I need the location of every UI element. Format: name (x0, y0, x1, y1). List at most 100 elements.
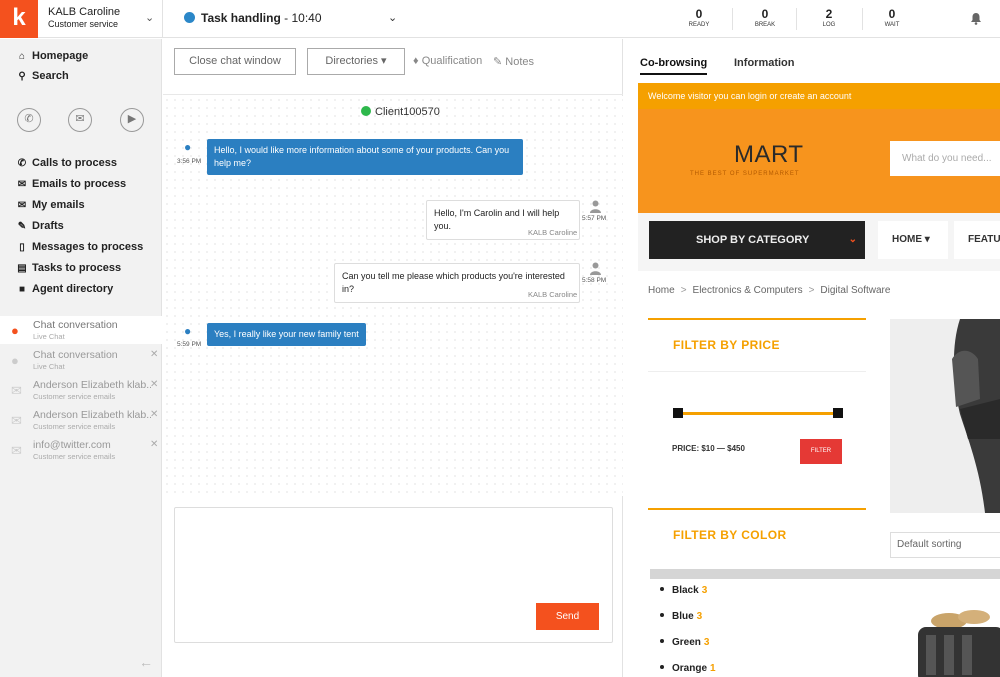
sidebar-item-messages[interactable]: ▯ Messages to process (16, 241, 143, 253)
breadcrumb-electronics[interactable]: Electronics & Computers (693, 285, 803, 296)
task-handling-status[interactable]: Task handling - 10:40 (184, 11, 322, 25)
envelope-icon: ✉ (17, 179, 27, 190)
nav-home[interactable]: HOME ▾ (878, 221, 948, 259)
user-role: Customer service (48, 19, 119, 29)
site-brand[interactable]: MART (734, 141, 804, 169)
welcome-banner[interactable]: Welcome visitor you can login or create … (638, 83, 1000, 109)
conversation-item[interactable]: ● Chat conversation Live Chat ✕ (0, 346, 162, 374)
close-icon[interactable]: ✕ (150, 409, 158, 420)
color-option-black[interactable]: Black 3 (660, 585, 707, 596)
sidebar-item-homepage[interactable]: ⌂ Homepage (16, 50, 88, 62)
conversation-item[interactable]: ✉ Anderson Elizabeth klab... Customer se… (0, 406, 162, 434)
color-name: Orange (672, 663, 708, 674)
notes-link[interactable]: ✎ Notes (493, 55, 534, 68)
color-option-orange[interactable]: Orange 1 (660, 663, 716, 674)
product-photo (890, 319, 1000, 513)
tab-information[interactable]: Information (734, 57, 795, 69)
sidebar-item-my-emails[interactable]: ✉ My emails (16, 199, 85, 211)
qualification-label: Qualification (421, 55, 483, 67)
color-option-green[interactable]: Green 3 (660, 637, 709, 648)
filter-by-color: FILTER BY COLOR (648, 508, 866, 568)
color-name: Black (672, 585, 699, 596)
site-search-input[interactable]: What do you need... (890, 141, 1000, 176)
user-name: KALB Caroline (48, 6, 121, 18)
price-slider-track[interactable] (676, 412, 838, 415)
divider (162, 0, 163, 38)
bell-icon[interactable] (970, 12, 982, 25)
top-bar: k KALB Caroline Customer service ⌄ Task … (0, 0, 1000, 38)
chat-icon: ● (11, 353, 19, 368)
counter-label: WAIT (884, 22, 900, 28)
close-chat-button[interactable]: Close chat window (174, 48, 296, 75)
filter-price-title: FILTER BY PRICE (648, 320, 866, 372)
directories-label: Directories (325, 55, 378, 67)
chevron-down-icon[interactable]: ⌄ (145, 11, 154, 24)
chat-icon: ● (11, 323, 19, 338)
breadcrumb-home[interactable]: Home (648, 285, 675, 296)
sidebar-item-label: Messages to process (32, 241, 144, 253)
directories-dropdown[interactable]: Directories ▾ (307, 48, 405, 75)
toaster-product-image[interactable] (904, 603, 1000, 677)
counter-break[interactable]: 0 BREAK (740, 7, 790, 28)
task-label: Task handling (201, 11, 281, 25)
notes-label: Notes (505, 56, 535, 68)
chat-messages[interactable]: Client100570 ● 3:56 PM Hello, I would li… (163, 96, 623, 496)
status-dot-icon (184, 12, 195, 23)
chevron-down-icon: ⌄ (848, 234, 857, 245)
sidebar-item-search[interactable]: ⚲ Search (16, 70, 68, 82)
bullet-icon (660, 639, 664, 643)
shop-by-category-button[interactable]: SHOP BY CATEGORY ⌄ (649, 221, 865, 259)
co-browsing-view[interactable]: Welcome visitor you can login or create … (638, 83, 1000, 677)
filter-button[interactable]: FILTER (800, 439, 842, 464)
counter-wait[interactable]: 0 WAIT (867, 7, 917, 28)
caret-down-icon: ▾ (381, 55, 387, 67)
qualification-link[interactable]: ♦ Qualification (413, 55, 482, 67)
close-icon[interactable]: ✕ (150, 349, 158, 360)
client-id: Client100570 (375, 106, 440, 118)
call-button[interactable]: ✆ (17, 108, 41, 132)
color-count: 3 (696, 611, 703, 622)
envelope-icon: ✉ (11, 443, 22, 458)
right-panel: Co-browsing Information Welcome visitor … (624, 39, 1000, 677)
price-slider-min-handle[interactable] (673, 408, 683, 418)
chevron-down-icon[interactable]: ⌄ (388, 11, 397, 24)
message-input[interactable]: Send (174, 507, 613, 643)
sidebar-item-drafts[interactable]: ✎ Drafts (16, 220, 64, 232)
nav-featured[interactable]: FEATU (954, 221, 1000, 259)
close-icon[interactable]: ✕ (150, 439, 158, 450)
counter-value: 0 (761, 7, 769, 21)
sidebar-item-calls[interactable]: ✆ Calls to process (16, 157, 117, 169)
conversation-subtitle: Live Chat (33, 362, 65, 371)
color-count: 3 (703, 637, 710, 648)
email-button[interactable]: ✉ (68, 108, 92, 132)
send-button[interactable]: Send (536, 603, 599, 630)
divider (796, 8, 797, 30)
counter-log[interactable]: 2 LOG (804, 7, 854, 28)
video-button[interactable]: ▶ (120, 108, 144, 132)
envelope-icon: ✉ (11, 383, 22, 398)
user-info[interactable]: KALB Caroline Customer service (48, 6, 120, 29)
sidebar-item-emails[interactable]: ✉ Emails to process (16, 178, 126, 190)
tab-co-browsing[interactable]: Co-browsing (640, 57, 708, 75)
conversation-item[interactable]: ✉ info@twitter.com Customer service emai… (0, 436, 162, 464)
close-icon[interactable]: ✕ (150, 379, 158, 390)
sorting-select[interactable]: Default sorting (890, 532, 1000, 558)
sidebar-item-agent-directory[interactable]: ■ Agent directory (16, 283, 113, 295)
chat-bubble-icon: ● (184, 324, 192, 338)
breadcrumb: Home > Electronics & Computers > Digital Sof… (648, 285, 890, 296)
site-tagline: THE BEST OF SUPERMARKET (690, 171, 800, 177)
conversation-item[interactable]: ✉ Anderson Elizabeth klab... Customer se… (0, 376, 162, 404)
price-slider-max-handle[interactable] (833, 408, 843, 418)
arrow-left-icon[interactable]: ← (139, 654, 153, 670)
counter-label: LOG (822, 22, 836, 28)
color-option-blue[interactable]: Blue 3 (660, 611, 702, 622)
app-logo[interactable]: k (0, 0, 38, 38)
sidebar-item-tasks[interactable]: ▤ Tasks to process (16, 262, 121, 274)
phone-icon: ✆ (24, 113, 34, 125)
pencil-icon: ✎ (17, 221, 27, 232)
pencil-icon: ✎ (493, 56, 503, 68)
product-image[interactable] (890, 319, 1000, 513)
counter-ready[interactable]: 0 READY (674, 7, 724, 28)
breadcrumb-separator: > (680, 285, 687, 296)
conversation-item[interactable]: ● Chat conversation Live Chat (0, 316, 162, 344)
